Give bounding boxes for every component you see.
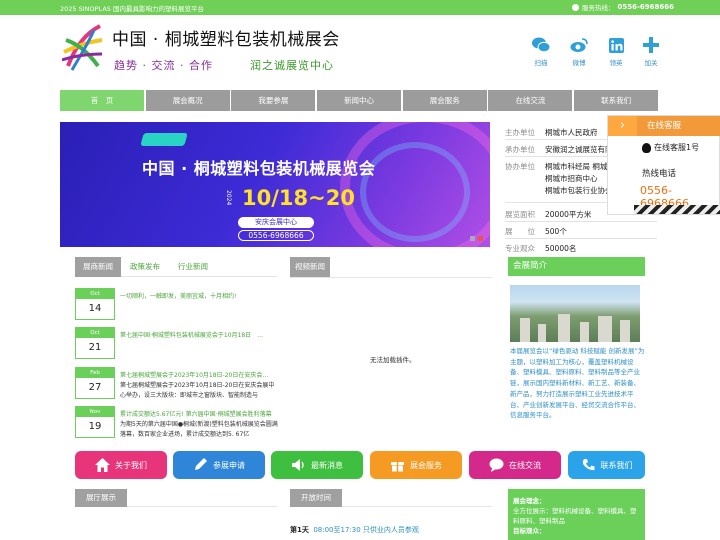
site-slogan: 趋势 · 交流 · 合作 — [114, 59, 213, 72]
news-title[interactable]: 累计成交额达5.67亿元! 第六届中国·桐城塑展会胜利落幕 — [120, 409, 272, 418]
tab-industry-news[interactable]: 行业新闻 — [171, 257, 215, 277]
service-title: 在线客服 — [637, 116, 720, 136]
hero-banner[interactable]: 中国 · 桐城塑料包装机械展览会 2024 10/18~20 安庆会展中心 05… — [60, 122, 490, 247]
wechat-icon — [531, 35, 551, 55]
banner-venue: 安庆会展中心 — [238, 217, 314, 228]
phone-icon — [572, 3, 579, 11]
contact-button[interactable]: 联系我们 — [568, 451, 645, 479]
expo-logo-icon[interactable] — [62, 22, 104, 72]
open-time-title[interactable]: 开放时间 — [290, 489, 342, 507]
top-bar: 2025 SINOPLAS 国内最具影响力的塑料展览平台 服务热线： 0556-… — [0, 0, 720, 15]
collapse-arrow-icon[interactable]: › — [608, 116, 637, 136]
info-row-co-organizer-2: 桐城市招商中心 — [545, 174, 598, 183]
top-bar-hotline: 服务热线： 0556-6968666 — [572, 2, 674, 12]
nav-exhibit[interactable]: 我要参展 — [231, 90, 316, 111]
nav-home[interactable]: 首 页 — [60, 90, 144, 111]
share-wechat[interactable]: 扫描 — [530, 35, 552, 67]
services-button[interactable]: 展会服务 — [370, 451, 462, 479]
news-tabs: 展商新闻 政策发布 行业新闻 — [75, 257, 277, 277]
share-weibo[interactable]: 微博 — [568, 35, 590, 67]
news-date: Oct 21 — [75, 327, 115, 359]
concept-box: 展会理念： 全方位展示：塑料机械设备、塑料模具、塑料原料、塑料制品 目标观众： — [508, 489, 645, 540]
hall-title[interactable]: 展厅展示 — [75, 489, 127, 507]
banner-decoration-inner — [360, 142, 470, 242]
hotline-title: 热线电话 — [642, 169, 677, 179]
hotline-label: 服务热线： — [582, 4, 615, 12]
nav-news[interactable]: 新闻中心 — [317, 90, 402, 111]
gift-icon — [391, 462, 404, 472]
banner-pager-dot-2[interactable] — [478, 236, 483, 241]
news-date: Nov 19 — [75, 406, 115, 438]
speaker-icon — [292, 459, 304, 471]
top-bar-tagline: 2025 SINOPLAS 国内最具影响力的塑料展览平台 — [60, 5, 204, 13]
weibo-icon — [569, 35, 589, 55]
plugin-error-message: 无法加载插件。 — [370, 356, 416, 364]
service-qq-link[interactable]: 在线客服1号 — [642, 142, 699, 153]
news-item[interactable]: Oct 14 一切顺利，一触即发，美丽宜城，十月相约! — [75, 288, 280, 322]
linkedin-icon — [606, 35, 626, 55]
home-icon — [95, 458, 110, 472]
share-linkedin-label: 领英 — [609, 59, 623, 67]
banner-title: 中国 · 桐城塑料包装机械展览会 — [142, 159, 376, 178]
concept-label: 展会理念： — [513, 497, 546, 505]
news-title[interactable]: 第七届桐城塑展会于2023年10月18日-20日在安庆会… — [120, 370, 268, 379]
share-plus-label: 加关 — [644, 59, 658, 67]
widget-stripe — [634, 205, 720, 214]
about-text: 本届展览会以“绿色驱动 科技赋能 创新发展”为主题，以塑料加工为核心，覆盖塑料机… — [510, 347, 645, 420]
quick-links: 关于我们 参展申请 最新消息 展会服务 在线交流 联系我们 — [75, 451, 645, 479]
news-summary: 第七届桐城塑展会于2023年10月18日-20日在安庆会展中心举办，设三大版块：… — [120, 382, 275, 399]
apply-button[interactable]: 参展申请 — [173, 451, 265, 479]
schedule-row: 第1天 08:00至17:30 只供业内人员参观 — [290, 526, 419, 534]
open-time-section: 开放时间 — [290, 489, 492, 507]
share-linkedin[interactable]: 领英 — [605, 35, 627, 67]
banner-date: 10/18~20 — [242, 186, 355, 210]
chat-icon — [489, 458, 504, 472]
news-summary: 为期5天的第六届中国●桐城(新渡)塑料包装机械展览会圆满落幕，数百家企业进场，累… — [120, 421, 278, 438]
latest-news-button[interactable]: 最新消息 — [271, 451, 363, 479]
news-item[interactable]: Oct 21 第七届中国·桐城塑料包装机械展览会于10月18日 … — [75, 327, 280, 361]
about-us-button[interactable]: 关于我们 — [75, 451, 167, 479]
info-row-area: 展览面积 20000平方米 — [505, 210, 592, 219]
site-header: 中国 · 桐城塑料包装机械展会 趋势 · 交流 · 合作 润之诚展览中心 扫描 … — [0, 15, 720, 75]
plus-icon — [641, 35, 661, 55]
news-title[interactable]: 一切顺利，一触即发，美丽宜城，十月相约! — [120, 291, 236, 300]
tab-exhibitor-news[interactable]: 展商新闻 — [75, 257, 121, 277]
share-wechat-label: 扫描 — [534, 59, 548, 67]
online-chat-button[interactable]: 在线交流 — [469, 451, 561, 479]
main-nav: 首 页 展会概况 我要参展 新闻中心 展会服务 在线交流 联系我们 — [60, 90, 660, 111]
banner-pager-dot-1[interactable] — [470, 236, 475, 241]
share-weibo-label: 微博 — [572, 59, 586, 67]
concept-text: 全方位展示：塑料机械设备、塑料模具、塑料原料、塑料制品 — [513, 507, 637, 525]
news-date: Feb 27 — [75, 367, 115, 399]
banner-logo-icon — [140, 133, 188, 146]
banner-year: 2024 — [225, 190, 232, 206]
video-news-title[interactable]: 视频新闻 — [290, 257, 330, 277]
info-row-visitors: 专业观众 50000名 — [505, 244, 577, 253]
share-plus[interactable]: 加关 — [640, 35, 662, 67]
pencil-icon — [195, 458, 207, 470]
city-photo[interactable] — [510, 285, 640, 342]
qq-icon — [642, 142, 651, 153]
phone-icon — [582, 459, 594, 471]
organizer-name: 润之诚展览中心 — [250, 59, 334, 72]
info-row-booths: 展 位 500个 — [505, 227, 567, 236]
banner-phone: 0556-6968666 — [238, 230, 314, 241]
hotline-number: 0556-6968666 — [617, 3, 674, 11]
info-row-host: 主办单位 桐城市人民政府 — [505, 128, 598, 137]
news-item[interactable]: Feb 27 第七届桐城塑展会于2023年10月18日-20日在安庆会… 第七届桐… — [75, 367, 280, 401]
nav-online-chat[interactable]: 在线交流 — [488, 90, 573, 111]
hall-section: 展厅展示 — [75, 489, 277, 507]
tab-policy[interactable]: 政策发布 — [123, 257, 167, 277]
nav-contact[interactable]: 联系我们 — [574, 90, 659, 111]
about-title[interactable]: 会展简介 — [508, 257, 645, 276]
news-date: Oct 14 — [75, 288, 115, 320]
nav-overview[interactable]: 展会概况 — [145, 90, 230, 111]
audience-label: 目标观众： — [513, 527, 546, 535]
site-title: 中国 · 桐城塑料包装机械展会 — [112, 30, 340, 50]
customer-service-widget: › 在线客服 在线客服1号 热线电话 0556-6968666 — [607, 115, 720, 215]
news-title[interactable]: 第七届中国·桐城塑料包装机械展览会于10月18日 … — [120, 330, 263, 339]
nav-services[interactable]: 展会服务 — [402, 90, 487, 111]
news-item[interactable]: Nov 19 累计成交额达5.67亿元! 第六届中国·桐城塑展会胜利落幕 为期5天… — [75, 406, 280, 440]
